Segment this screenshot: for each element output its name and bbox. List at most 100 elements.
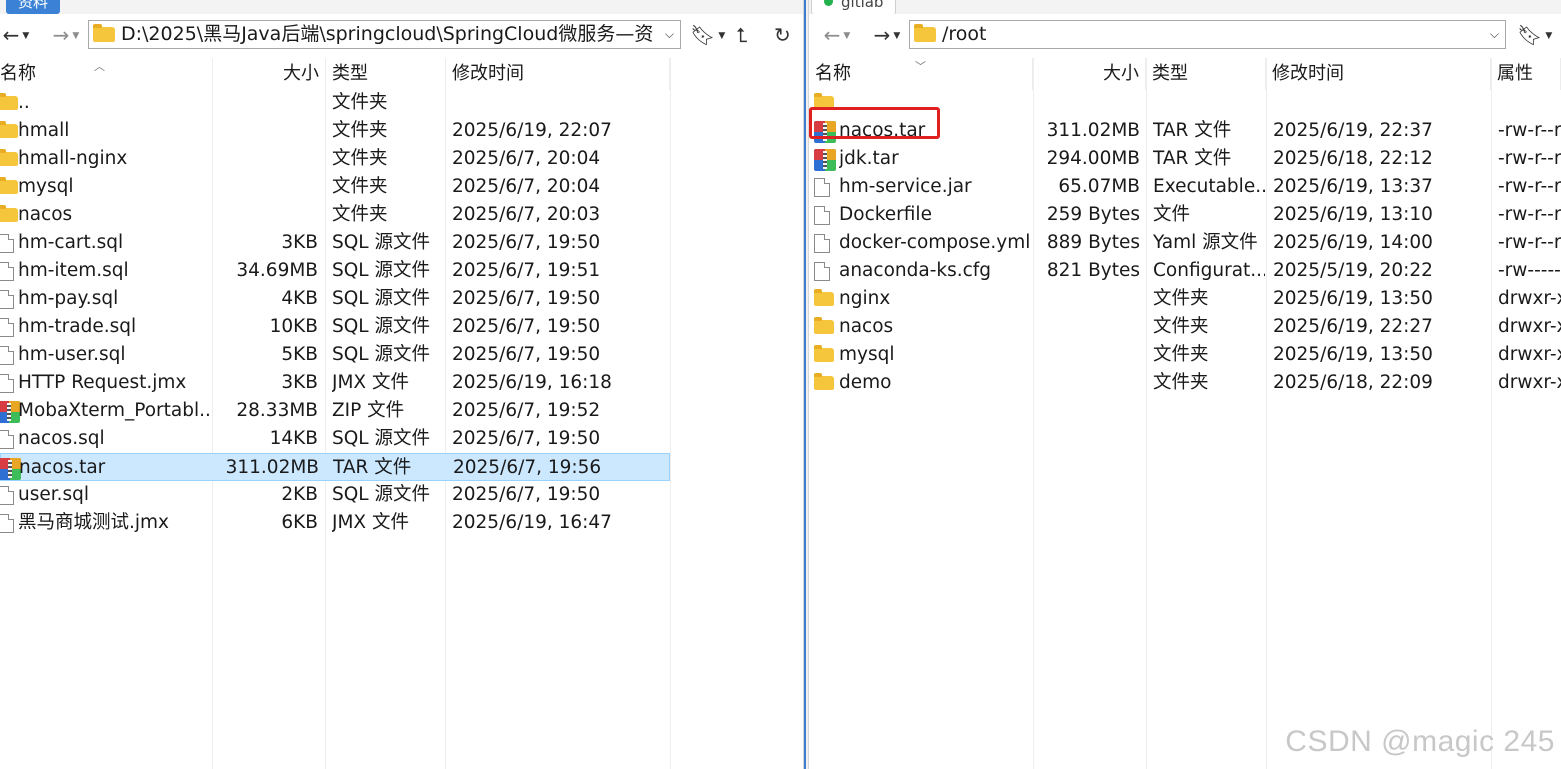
tab-remote[interactable]: gitlab <box>811 0 897 15</box>
file-modified: 2025/6/19, 22:07 <box>452 120 612 141</box>
file-row[interactable]: MobaXterm_Portabl... 28.33MB ZIP 文件 2025/6/… <box>0 397 803 425</box>
file-type: TAR 文件 <box>1153 148 1232 169</box>
folder-icon <box>814 317 834 334</box>
file-size: 10KB <box>269 316 318 337</box>
file-row[interactable]: .. 文件夹 <box>0 89 803 117</box>
forward-dropdown-icon: ▼ <box>893 31 901 41</box>
file-attributes: -rw----- <box>1498 260 1561 281</box>
chevron-down-icon[interactable]: ⌵ <box>665 21 674 48</box>
file-icon <box>0 318 14 337</box>
file-row[interactable]: 黑马商城测试.jmx 6KB JMX 文件 2025/6/19, 16:47 <box>0 509 803 537</box>
file-type: 文件夹 <box>332 204 388 225</box>
file-row[interactable]: Dockerfile 259 Bytes 文件 2025/6/19, 13:10 -rw… <box>809 201 1561 229</box>
connected-status-icon <box>824 0 833 6</box>
file-row[interactable]: nacos 文件夹 2025/6/7, 20:03 <box>0 201 803 229</box>
file-size: 14KB <box>269 428 318 449</box>
archive-icon <box>814 149 836 171</box>
file-type <box>1153 89 1265 117</box>
file-row[interactable]: mysql 文件夹 2025/6/7, 20:04 <box>0 173 803 201</box>
folder-icon <box>0 205 18 222</box>
file-icon <box>0 262 14 281</box>
file-size <box>213 173 318 201</box>
tab-local[interactable]: 资料 <box>6 0 61 14</box>
col-size-header[interactable]: 大小 <box>213 58 326 90</box>
col-type-header[interactable]: 类型 <box>1146 58 1266 90</box>
file-row[interactable]: mysql 文件夹 2025/6/19, 13:50 drwxr-x <box>809 341 1561 369</box>
file-name: .. <box>18 92 30 113</box>
file-row[interactable]: nginx 文件夹 2025/6/19, 13:50 drwxr-x <box>809 285 1561 313</box>
back-button[interactable]: ← ▼ <box>0 23 36 47</box>
file-type: SQL 源文件 <box>332 316 430 337</box>
file-name: mysql <box>18 176 74 197</box>
file-row[interactable]: nacos.tar 311.02MB TAR 文件 2025/6/7, 19:56 <box>0 453 670 481</box>
col-attrs-header[interactable]: 属性 <box>1491 58 1561 90</box>
file-icon <box>814 178 830 197</box>
file-attributes: -rw-r--r <box>1498 232 1561 253</box>
left-file-panel: 资料 ← ▼ → ▼ D:\2025\黑马Java后端\springcloud\Sp… <box>0 0 803 769</box>
file-modified: 2025/6/19, 14:00 <box>1273 232 1433 253</box>
file-type: SQL 源文件 <box>332 232 430 253</box>
file-row[interactable]: anaconda-ks.cfg 821 Bytes Configurat... 202… <box>809 257 1561 285</box>
file-type: JMX 文件 <box>332 512 409 533</box>
splitter-accent <box>804 0 806 769</box>
file-row[interactable]: hm-item.sql 34.69MB SQL 源文件 2025/6/7, 19:51 <box>0 257 803 285</box>
file-modified: 2025/6/19, 13:10 <box>1273 204 1433 225</box>
file-row[interactable]: nacos 文件夹 2025/6/19, 22:27 drwxr-x <box>809 313 1561 341</box>
file-row[interactable]: demo 文件夹 2025/6/18, 22:09 drwxr-x <box>809 369 1561 397</box>
file-row[interactable]: hmall 文件夹 2025/6/19, 22:07 <box>0 117 803 145</box>
back-button[interactable]: ← ▼ <box>817 23 857 47</box>
file-attributes <box>1498 89 1561 117</box>
file-type: SQL 源文件 <box>332 484 430 505</box>
file-row[interactable]: user.sql 2KB SQL 源文件 2025/6/7, 19:50 <box>0 481 803 509</box>
file-name: hm-item.sql <box>18 260 129 281</box>
tab-remote-label: gitlab <box>841 0 884 11</box>
col-modified-header[interactable]: 修改时间 <box>446 58 670 90</box>
folder-icon <box>914 24 936 42</box>
right-file-panel: gitlab ← ▼ → ▼ /root ⌵ 🔖︎ ▼ 名称 大小 类型 修改时间 属… <box>809 0 1561 769</box>
file-row[interactable]: HTTP Request.jmx 3KB JMX 文件 2025/6/19, 16:1… <box>0 369 803 397</box>
bookmark-button[interactable]: 🔖︎ ▼ <box>1517 23 1552 47</box>
col-name-header[interactable]: 名称 <box>0 58 213 90</box>
refresh-button[interactable]: ↻ <box>774 23 791 47</box>
file-modified: 2025/6/7, 19:50 <box>452 428 601 449</box>
forward-button[interactable]: → ▼ <box>865 23 909 47</box>
file-name: docker-compose.yml <box>839 232 1031 253</box>
file-row[interactable]: hm-user.sql 5KB SQL 源文件 2025/6/7, 19:50 <box>0 341 803 369</box>
file-row[interactable]: hm-trade.sql 10KB SQL 源文件 2025/6/7, 19:50 <box>0 313 803 341</box>
col-type-header[interactable]: 类型 <box>326 58 446 90</box>
file-row[interactable]: nacos.sql 14KB SQL 源文件 2025/6/7, 19:50 <box>0 425 803 453</box>
file-name: hmall-nginx <box>18 148 128 169</box>
forward-arrow-icon: → <box>52 23 70 47</box>
file-type: 文件夹 <box>1153 288 1209 309</box>
file-name: hmall <box>18 120 70 141</box>
file-row[interactable]: hmall-nginx 文件夹 2025/6/7, 20:04 <box>0 145 803 173</box>
tab-local-label: 资料 <box>18 0 49 11</box>
file-name: nginx <box>839 288 891 309</box>
parent-folder-button[interactable]: ⮤ <box>736 23 748 47</box>
file-row[interactable]: hm-service.jar 65.07MB Executable... 2025/6… <box>809 173 1561 201</box>
back-dropdown-icon: ▼ <box>22 31 30 41</box>
folder-icon <box>814 345 834 362</box>
file-type: SQL 源文件 <box>332 428 430 449</box>
col-modified-header[interactable]: 修改时间 <box>1266 58 1491 90</box>
file-size <box>1033 369 1140 397</box>
file-modified: 2025/6/18, 22:09 <box>1273 372 1433 393</box>
left-column-header: 名称 大小 类型 修改时间 <box>0 58 803 90</box>
right-address-bar[interactable]: /root ⌵ <box>909 20 1506 49</box>
file-row[interactable]: jdk.tar 294.00MB TAR 文件 2025/6/18, 22:12 -rw… <box>809 145 1561 173</box>
file-row[interactable]: hm-pay.sql 4KB SQL 源文件 2025/6/7, 19:50 <box>0 285 803 313</box>
file-row[interactable]: docker-compose.yml 889 Bytes Yaml 源文件 2025/… <box>809 229 1561 257</box>
left-address-bar[interactable]: D:\2025\黑马Java后端\springcloud\SpringCloud… <box>88 20 681 49</box>
refresh-icon: ↻ <box>774 23 791 47</box>
file-name: MobaXterm_Portabl... <box>18 400 210 421</box>
forward-button[interactable]: → ▼ <box>44 23 88 47</box>
file-row[interactable]: hm-cart.sql 3KB SQL 源文件 2025/6/7, 19:50 <box>0 229 803 257</box>
file-size: 4KB <box>281 288 318 309</box>
bookmark-button[interactable]: 🔖︎ ▼ <box>690 23 725 47</box>
col-size-header[interactable]: 大小 <box>1033 58 1146 90</box>
bookmark-dropdown-icon: ▼ <box>718 31 726 41</box>
file-name: nacos.tar <box>19 457 106 478</box>
parent-folder-icon: ⮤ <box>736 23 748 47</box>
file-name: hm-trade.sql <box>18 316 137 337</box>
chevron-down-icon[interactable]: ⌵ <box>1490 21 1499 48</box>
